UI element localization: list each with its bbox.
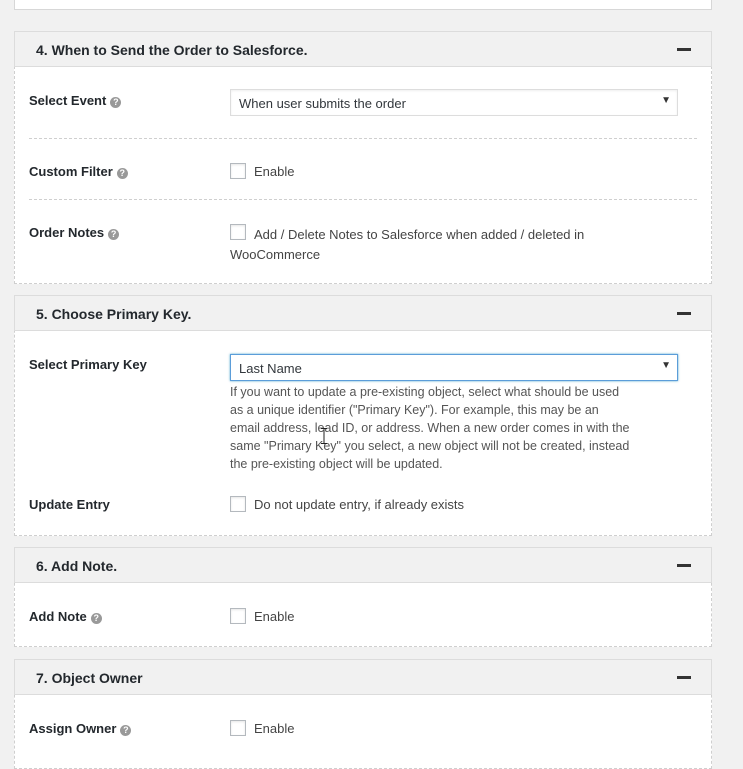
question-circle-icon[interactable]: ? <box>120 725 132 736</box>
text-cursor-icon <box>321 428 327 444</box>
section-object-owner: 7. Object Owner Assign Owner? Enable <box>14 659 712 769</box>
select-event-label: Select Event? <box>29 93 122 108</box>
chevron-down-icon: ▼ <box>661 95 671 106</box>
select-primary-key-label: Select Primary Key <box>29 357 147 372</box>
question-circle-icon[interactable]: ? <box>116 168 128 179</box>
question-circle-icon[interactable]: ? <box>90 613 102 624</box>
assign-owner-label: Assign Owner? <box>29 721 132 736</box>
primary-key-description: If you want to update a pre-existing obj… <box>230 385 630 471</box>
panel-title: 7. Object Owner <box>36 670 143 686</box>
divider <box>29 138 697 139</box>
update-entry-checkbox[interactable] <box>230 496 246 512</box>
question-circle-icon[interactable]: ? <box>110 97 122 108</box>
update-entry-label: Update Entry <box>29 497 110 512</box>
custom-filter-checkbox[interactable] <box>230 163 246 179</box>
order-notes-label: Order Notes? <box>29 225 120 240</box>
minus-icon[interactable] <box>677 312 691 315</box>
panel-header[interactable]: 6. Add Note. <box>14 547 712 583</box>
custom-filter-checkbox-label[interactable]: Enable <box>254 164 294 179</box>
panel-title: 5. Choose Primary Key. <box>36 306 192 322</box>
assign-owner-checkbox-label[interactable]: Enable <box>254 721 294 736</box>
panel-title: 6. Add Note. <box>36 558 118 574</box>
section-send-trigger: 4. When to Send the Order to Salesforce.… <box>14 31 712 284</box>
section-add-note: 6. Add Note. Add Note? Enable <box>14 547 712 647</box>
panel-header[interactable]: 4. When to Send the Order to Salesforce. <box>14 31 712 67</box>
question-circle-icon[interactable]: ? <box>108 229 120 240</box>
panel-header[interactable]: 5. Choose Primary Key. <box>14 295 712 331</box>
add-note-label: Add Note? <box>29 609 102 624</box>
minus-icon[interactable] <box>677 48 691 51</box>
minus-icon[interactable] <box>677 676 691 679</box>
section-primary-key: 5. Choose Primary Key. Select Primary Ke… <box>14 295 712 536</box>
panel-header[interactable]: 7. Object Owner <box>14 659 712 695</box>
custom-filter-label: Custom Filter? <box>29 164 128 179</box>
select-event-dropdown[interactable]: When user submits the order ▼ <box>230 89 678 116</box>
previous-panel-bottom <box>14 0 712 10</box>
add-note-checkbox[interactable] <box>230 608 246 624</box>
select-event-value: When user submits the order <box>239 96 406 111</box>
select-primary-key-value: Last Name <box>239 361 302 376</box>
select-primary-key-dropdown[interactable]: Last Name ▼ <box>230 354 678 381</box>
update-entry-checkbox-label[interactable]: Do not update entry, if already exists <box>254 497 464 512</box>
panel-title: 4. When to Send the Order to Salesforce. <box>36 42 308 58</box>
minus-icon[interactable] <box>677 564 691 567</box>
assign-owner-checkbox[interactable] <box>230 720 246 736</box>
chevron-down-icon: ▼ <box>661 360 671 371</box>
add-note-checkbox-label[interactable]: Enable <box>254 609 294 624</box>
divider <box>29 199 697 200</box>
order-notes-checkbox-label[interactable]: Add / Delete Notes to Salesforce when ad… <box>230 225 590 265</box>
